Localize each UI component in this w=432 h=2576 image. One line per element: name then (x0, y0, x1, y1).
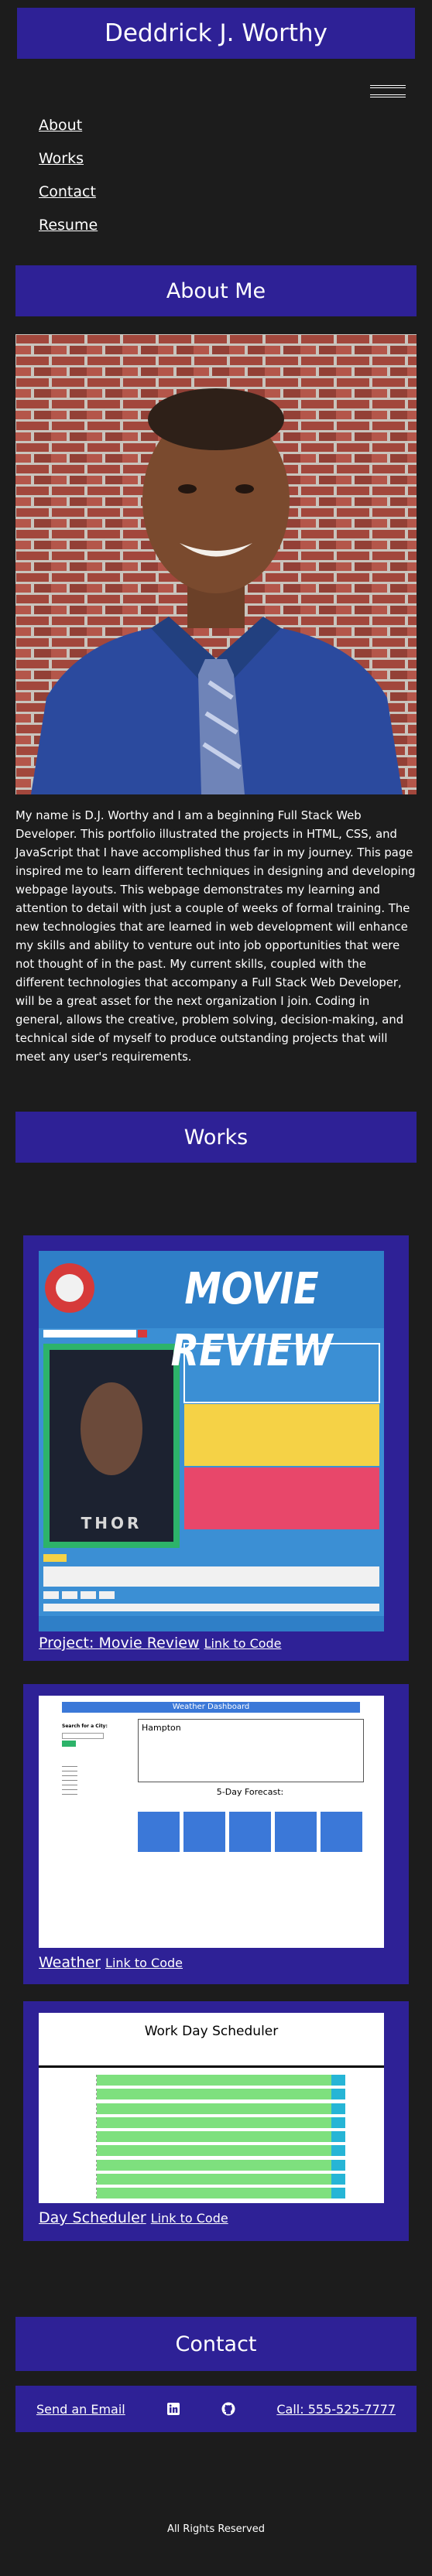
hamburger-bar (370, 85, 406, 88)
forecast-card (275, 1812, 317, 1852)
forecast-card (183, 1812, 225, 1852)
nav-link-contact[interactable]: Contact (39, 183, 98, 201)
scheduler-divider (39, 2065, 384, 2068)
scheduler-row[interactable] (76, 2188, 345, 2198)
code-link-weather[interactable]: Link to Code (105, 1956, 183, 1970)
forecast-card (229, 1812, 271, 1852)
contact-links-bar: Send an Email Call: 555-525-7777 (15, 2386, 417, 2432)
hamburger-menu-icon[interactable] (370, 85, 406, 97)
hamburger-bar (370, 94, 406, 97)
contact-heading: Contact (15, 2317, 417, 2371)
weather-banner: Weather Dashboard (62, 1702, 360, 1713)
movie-review-banner: MOVIE REVIEW (170, 1264, 333, 1376)
work-caption-movie-review: Project: Movie Review Link to Code (39, 1634, 282, 1653)
day-scheduler-screenshot[interactable]: Work Day Scheduler (39, 2013, 384, 2203)
nav-link-resume[interactable]: Resume (39, 216, 98, 234)
weather-forecast-row (138, 1812, 362, 1852)
about-heading: About Me (15, 265, 417, 316)
forecast-card (138, 1812, 180, 1852)
footer-rights: All Rights Reserved (167, 2523, 265, 2535)
scheduler-row[interactable] (76, 2075, 345, 2086)
scheduler-row[interactable] (76, 2131, 345, 2142)
scheduler-row[interactable] (76, 2089, 345, 2100)
scheduler-row[interactable] (76, 2173, 345, 2185)
weather-current-panel: Hampton (138, 1719, 364, 1782)
phone-link[interactable]: Call: 555-525-7777 (276, 2402, 396, 2417)
scheduler-banner: Work Day Scheduler (144, 2024, 279, 2039)
scheduler-row[interactable] (76, 2103, 345, 2114)
weather-screenshot[interactable]: Weather Dashboard Search for a City: Ham… (39, 1696, 384, 1948)
project-link-day-scheduler[interactable]: Day Scheduler (39, 2209, 146, 2226)
email-link[interactable]: Send an Email (36, 2402, 125, 2417)
weather-search-button[interactable] (62, 1741, 76, 1747)
weather-history-list[interactable] (62, 1762, 77, 1796)
site-title: Deddrick J. Worthy (17, 8, 415, 59)
project-link-movie-review[interactable]: Project: Movie Review (39, 1635, 200, 1652)
scheduler-rows (76, 2075, 345, 2198)
movie-review-screenshot[interactable]: MOVIE REVIEW THOR (39, 1251, 384, 1631)
main-nav: About Works Contact Resume (39, 116, 98, 249)
code-link-movie-review[interactable]: Link to Code (204, 1636, 282, 1651)
movie-poster-title: THOR (81, 1514, 142, 1532)
code-link-day-scheduler[interactable]: Link to Code (151, 2211, 228, 2226)
scheduler-row[interactable] (76, 2145, 345, 2157)
work-caption-day-scheduler: Day Scheduler Link to Code (39, 2209, 228, 2228)
weather-forecast-label: 5-Day Forecast: (216, 1787, 284, 1797)
scheduler-row[interactable] (76, 2116, 345, 2128)
weather-city: Hampton (142, 1723, 181, 1733)
forecast-card (321, 1812, 362, 1852)
work-card-movie-review: MOVIE REVIEW THOR Project: Movie Review … (23, 1235, 409, 1661)
weather-search-input[interactable] (62, 1733, 104, 1739)
scheduler-row[interactable] (76, 2159, 345, 2171)
about-paragraph: My name is D.J. Worthy and I am a beginn… (15, 809, 416, 1064)
work-caption-weather: Weather Link to Code (39, 1953, 183, 1973)
project-link-weather[interactable]: Weather (39, 1954, 101, 1971)
github-icon[interactable] (221, 2402, 235, 2416)
works-heading: Works (15, 1112, 417, 1163)
profile-photo (15, 334, 417, 794)
nav-link-works[interactable]: Works (39, 149, 98, 168)
nav-link-about[interactable]: About (39, 116, 98, 135)
weather-search-label: Search for a City: (62, 1724, 108, 1729)
work-card-day-scheduler: Work Day Scheduler Day Scheduler Link to… (23, 2001, 409, 2241)
linkedin-icon[interactable] (166, 2403, 180, 2415)
work-card-weather: Weather Dashboard Search for a City: Ham… (23, 1684, 409, 1984)
